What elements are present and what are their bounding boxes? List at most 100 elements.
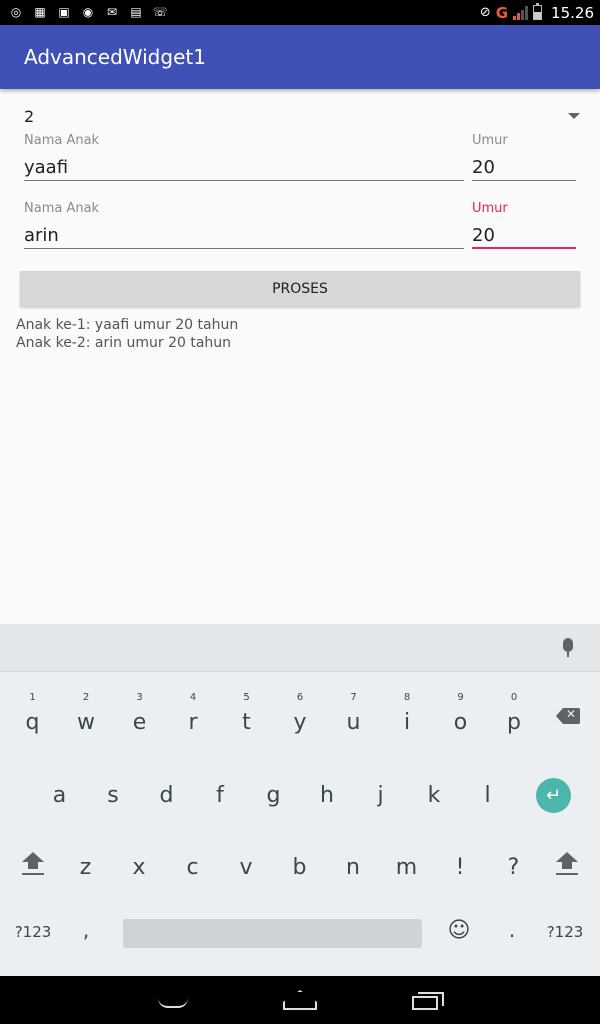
name-input-2[interactable] xyxy=(24,219,464,249)
app-bar: AdvancedWidget1 xyxy=(0,25,600,89)
key-label: e xyxy=(132,710,147,735)
key-m[interactable]: m xyxy=(380,837,433,899)
key-label: u xyxy=(346,710,361,735)
result-line-1: Anak ke-1: yaafi umur 20 tahun xyxy=(16,317,239,333)
key-number-hint: 0 xyxy=(510,692,518,703)
key-x[interactable]: x xyxy=(113,837,166,899)
proses-button[interactable]: PROSES xyxy=(20,271,580,307)
name-label-2: Nama Anak xyxy=(24,201,100,216)
name-input-1[interactable] xyxy=(24,151,464,181)
period-key[interactable]: . xyxy=(500,918,524,942)
keyboard-icon: ▦ xyxy=(34,5,46,19)
key-q[interactable]: 1q xyxy=(6,692,59,754)
dropdown-arrow-icon xyxy=(568,113,580,119)
key-k[interactable]: k xyxy=(408,765,461,827)
key-u[interactable]: 7u xyxy=(327,692,380,754)
main-content: 2 Nama Anak Umur Nama Anak Umur PROSES A… xyxy=(0,89,600,624)
key-exclamation[interactable]: ! xyxy=(434,837,487,899)
key-g[interactable]: g xyxy=(247,765,300,827)
key-i[interactable]: 8i xyxy=(381,692,434,754)
key-label: d xyxy=(159,783,174,808)
comma-key[interactable]: , xyxy=(74,918,98,942)
key-z[interactable]: z xyxy=(59,837,112,899)
enter-key[interactable]: ↵ xyxy=(536,778,571,813)
age-label-1: Umur xyxy=(472,133,508,148)
battery-icon xyxy=(533,3,543,20)
key-label: w xyxy=(77,710,95,735)
space-key[interactable] xyxy=(123,919,422,948)
gmail-icon: ✉ xyxy=(106,5,118,19)
key-label: y xyxy=(293,710,307,735)
key-s[interactable]: s xyxy=(87,765,140,827)
key-number-hint: 2 xyxy=(82,692,90,703)
suggestion-strip xyxy=(0,624,600,672)
name-label-1: Nama Anak xyxy=(24,133,100,148)
key-y[interactable]: 6y xyxy=(274,692,327,754)
child-count-spinner[interactable]: 2 xyxy=(24,107,580,131)
key-label: k xyxy=(427,783,441,808)
chat-icon: ▤ xyxy=(130,5,142,19)
key-e[interactable]: 3e xyxy=(113,692,166,754)
key-label: m xyxy=(395,855,418,880)
key-label: i xyxy=(403,710,411,735)
key-label: z xyxy=(79,855,92,880)
key-j[interactable]: j xyxy=(354,765,407,827)
recent-apps-icon[interactable] xyxy=(412,992,444,1010)
age-field-1: Umur xyxy=(472,133,576,181)
key-number-hint: 4 xyxy=(189,692,197,703)
key-v[interactable]: v xyxy=(220,837,273,899)
shift-key-left[interactable] xyxy=(18,852,48,882)
name-field-1: Nama Anak xyxy=(24,133,464,181)
key-number-hint: 1 xyxy=(29,692,36,703)
key-r[interactable]: 4r xyxy=(167,692,220,754)
key-f[interactable]: f xyxy=(194,765,247,827)
age-label-2: Umur xyxy=(472,201,508,216)
key-label: b xyxy=(292,855,307,880)
key-w[interactable]: 2w xyxy=(60,692,113,754)
backspace-icon[interactable]: ✕ xyxy=(556,707,580,724)
key-number-hint: 5 xyxy=(243,692,250,703)
key-label: j xyxy=(377,783,384,808)
key-label: t xyxy=(242,710,251,735)
signal-icon xyxy=(513,5,529,20)
home-icon[interactable] xyxy=(283,990,317,1010)
image-icon: ▣ xyxy=(58,5,70,19)
key-t[interactable]: 5t xyxy=(220,692,273,754)
key-label: o xyxy=(453,710,468,735)
key-p[interactable]: 0p xyxy=(488,692,541,754)
key-question[interactable]: ? xyxy=(487,837,540,899)
key-c[interactable]: c xyxy=(166,837,219,899)
microphone-icon[interactable] xyxy=(562,638,574,660)
key-label: l xyxy=(484,783,491,808)
key-number-hint: 9 xyxy=(457,692,464,703)
shift-key-right[interactable] xyxy=(552,852,582,882)
network-type: G xyxy=(495,3,509,22)
key-d[interactable]: d xyxy=(140,765,193,827)
back-icon[interactable] xyxy=(158,998,188,1008)
key-a[interactable]: a xyxy=(33,765,86,827)
age-input-1[interactable] xyxy=(472,151,576,181)
navigation-bar xyxy=(0,976,600,1024)
key-label: n xyxy=(346,855,360,880)
key-label: g xyxy=(266,783,281,808)
key-n[interactable]: n xyxy=(327,837,380,899)
age-field-2: Umur xyxy=(472,201,576,249)
key-label: a xyxy=(52,783,67,808)
key-b[interactable]: b xyxy=(273,837,326,899)
result-text: Anak ke-1: yaafi umur 20 tahun Anak ke-2… xyxy=(16,316,238,352)
symbols-key-right[interactable]: ?123 xyxy=(542,923,588,941)
key-o[interactable]: 9o xyxy=(434,692,487,754)
symbols-key-left[interactable]: ?123 xyxy=(10,923,56,941)
key-l[interactable]: l xyxy=(461,765,514,827)
soft-keyboard: 1 q 2 w 3 e 4 r 5 t 6 y 7 u 8 i 9 o 0 p a s d f g h j k l z x c v b n m!? ✕… xyxy=(0,624,600,976)
key-label: r xyxy=(188,710,198,735)
key-h[interactable]: h xyxy=(301,765,354,827)
age-input-2[interactable] xyxy=(472,219,576,249)
key-number-hint: 7 xyxy=(350,692,357,703)
spinner-value: 2 xyxy=(24,107,35,126)
emoji-key[interactable]: ☺ xyxy=(446,918,472,943)
key-number-hint: 6 xyxy=(296,692,304,703)
key-label: f xyxy=(216,783,224,808)
key-label: h xyxy=(320,783,334,808)
result-line-2: Anak ke-2: arin umur 20 tahun xyxy=(16,335,232,351)
